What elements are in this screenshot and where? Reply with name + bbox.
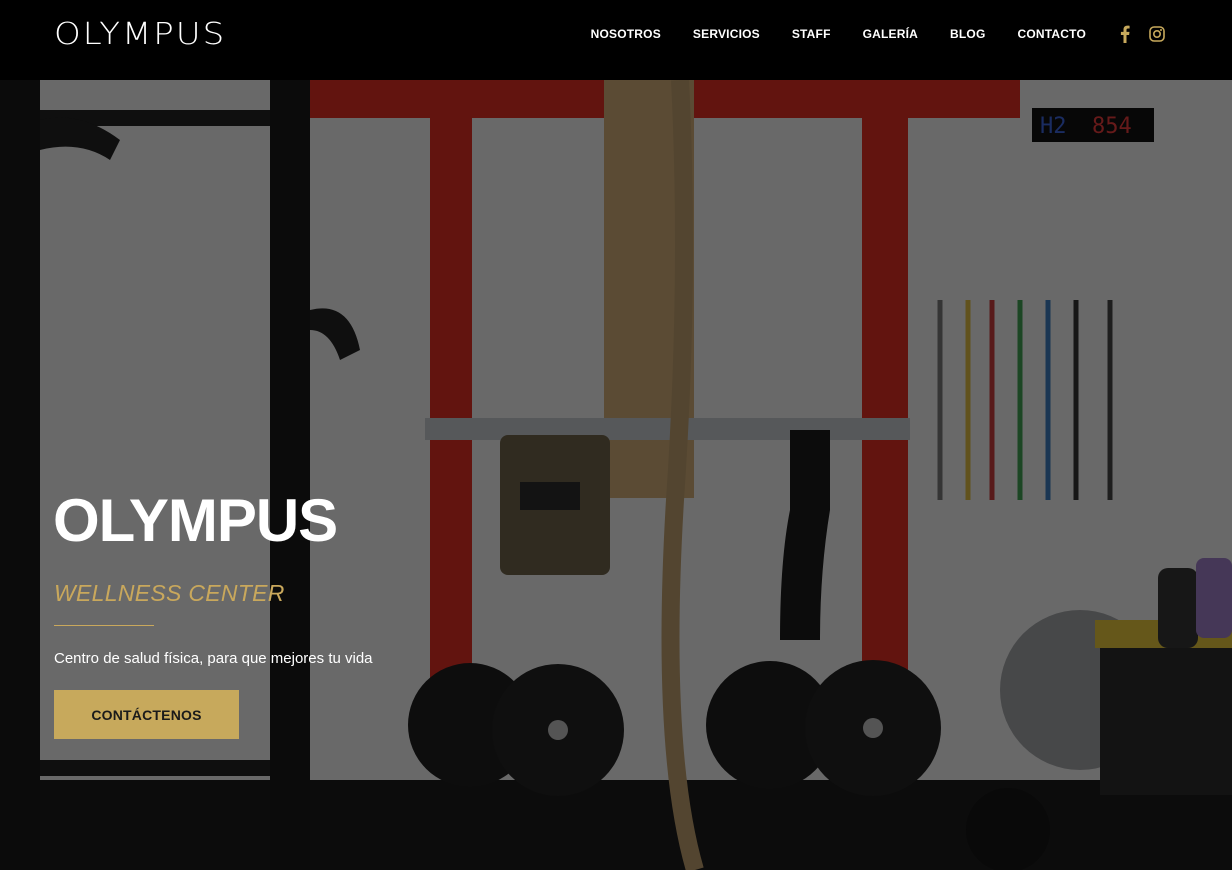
facebook-icon[interactable]: [1114, 23, 1136, 45]
instagram-icon[interactable]: [1146, 23, 1168, 45]
hero-title: OLYMPUS: [53, 487, 338, 554]
nav-galeria[interactable]: GALERÍA: [863, 27, 918, 41]
nav-blog[interactable]: BLOG: [950, 27, 985, 41]
hero-description: Centro de salud física, para que mejores…: [54, 650, 373, 667]
main-nav: NOSOTROS SERVICIOS STAFF GALERÍA BLOG CO…: [591, 0, 1168, 68]
hero-section: H2 854: [0, 80, 1232, 870]
nav-servicios[interactable]: SERVICIOS: [693, 27, 760, 41]
hero-overlay: [0, 80, 1232, 870]
contact-us-button[interactable]: CONTÁCTENOS: [54, 690, 239, 739]
nav-contacto[interactable]: CONTACTO: [1018, 27, 1087, 41]
nav-nosotros[interactable]: NOSOTROS: [591, 27, 661, 41]
hero-subtitle: WELLNESS CENTER: [54, 580, 285, 606]
social-links: [1114, 23, 1168, 45]
hero-divider: [54, 625, 154, 626]
site-logo[interactable]: OLYMPUS: [54, 16, 226, 52]
site-header: OLYMPUS NOSOTROS SERVICIOS STAFF GALERÍA…: [0, 0, 1232, 80]
nav-staff[interactable]: STAFF: [792, 27, 831, 41]
